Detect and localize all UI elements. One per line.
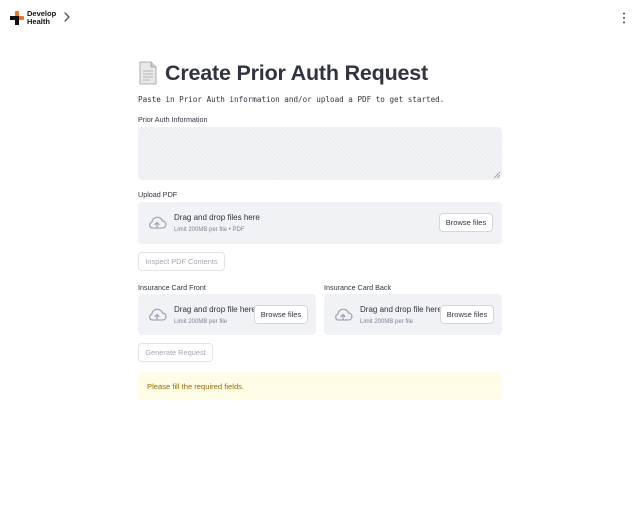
cloud-upload-icon bbox=[149, 216, 167, 229]
top-bar: Develop Health bbox=[0, 0, 640, 34]
main-content: Create Prior Auth Request Paste in Prior… bbox=[138, 56, 502, 400]
upload-pdf-label: Upload PDF bbox=[138, 190, 178, 199]
cloud-upload-icon bbox=[149, 308, 167, 321]
document-icon bbox=[139, 61, 157, 85]
page-title: Create Prior Auth Request bbox=[165, 60, 429, 85]
prior-auth-label: Prior Auth Information bbox=[138, 115, 208, 124]
card-front-dropzone[interactable]: Drag and drop file here Limit 200MB per … bbox=[138, 294, 316, 335]
card-back-dropzone-text: Drag and drop file here bbox=[360, 305, 442, 314]
card-back-label: Insurance Card Back bbox=[324, 283, 392, 292]
generate-request-button[interactable]: Generate Request bbox=[138, 343, 213, 362]
cloud-upload-icon bbox=[335, 308, 353, 321]
develop-health-logo: Develop Health bbox=[10, 10, 56, 26]
card-front-dropzone-text: Drag and drop file here bbox=[174, 305, 256, 314]
resize-handle-icon[interactable] bbox=[494, 172, 500, 178]
warning-alert: Please fill the required fields. bbox=[138, 372, 502, 400]
pdf-dropzone-limit: Limit 200MB per file • PDF bbox=[174, 227, 245, 233]
card-back-dropzone-limit: Limit 200MB per file bbox=[360, 319, 414, 325]
pdf-dropzone-text: Drag and drop files here bbox=[174, 213, 260, 222]
card-front-dropzone-limit: Limit 200MB per file bbox=[174, 319, 228, 325]
prior-auth-textarea[interactable] bbox=[138, 127, 502, 180]
pdf-dropzone[interactable]: Drag and drop files here Limit 200MB per… bbox=[138, 202, 502, 244]
logo-text-line2: Health bbox=[27, 17, 50, 26]
page-title-row: Create Prior Auth Request bbox=[138, 56, 502, 90]
chevron-right-icon[interactable] bbox=[61, 10, 73, 24]
logo-mark-icon bbox=[10, 11, 24, 25]
warning-alert-text: Please fill the required fields. bbox=[147, 381, 245, 391]
card-back-browse-button[interactable]: Browse files bbox=[440, 305, 494, 324]
pdf-browse-button[interactable]: Browse files bbox=[439, 213, 493, 232]
card-back-dropzone[interactable]: Drag and drop file here Limit 200MB per … bbox=[324, 294, 502, 335]
page-subtitle: Paste in Prior Auth information and/or u… bbox=[138, 95, 445, 104]
vertical-dots-icon[interactable] bbox=[622, 12, 626, 24]
card-front-browse-button[interactable]: Browse files bbox=[254, 305, 308, 324]
card-front-label: Insurance Card Front bbox=[138, 283, 206, 292]
inspect-pdf-button[interactable]: Inspect PDF Contents bbox=[138, 252, 225, 271]
